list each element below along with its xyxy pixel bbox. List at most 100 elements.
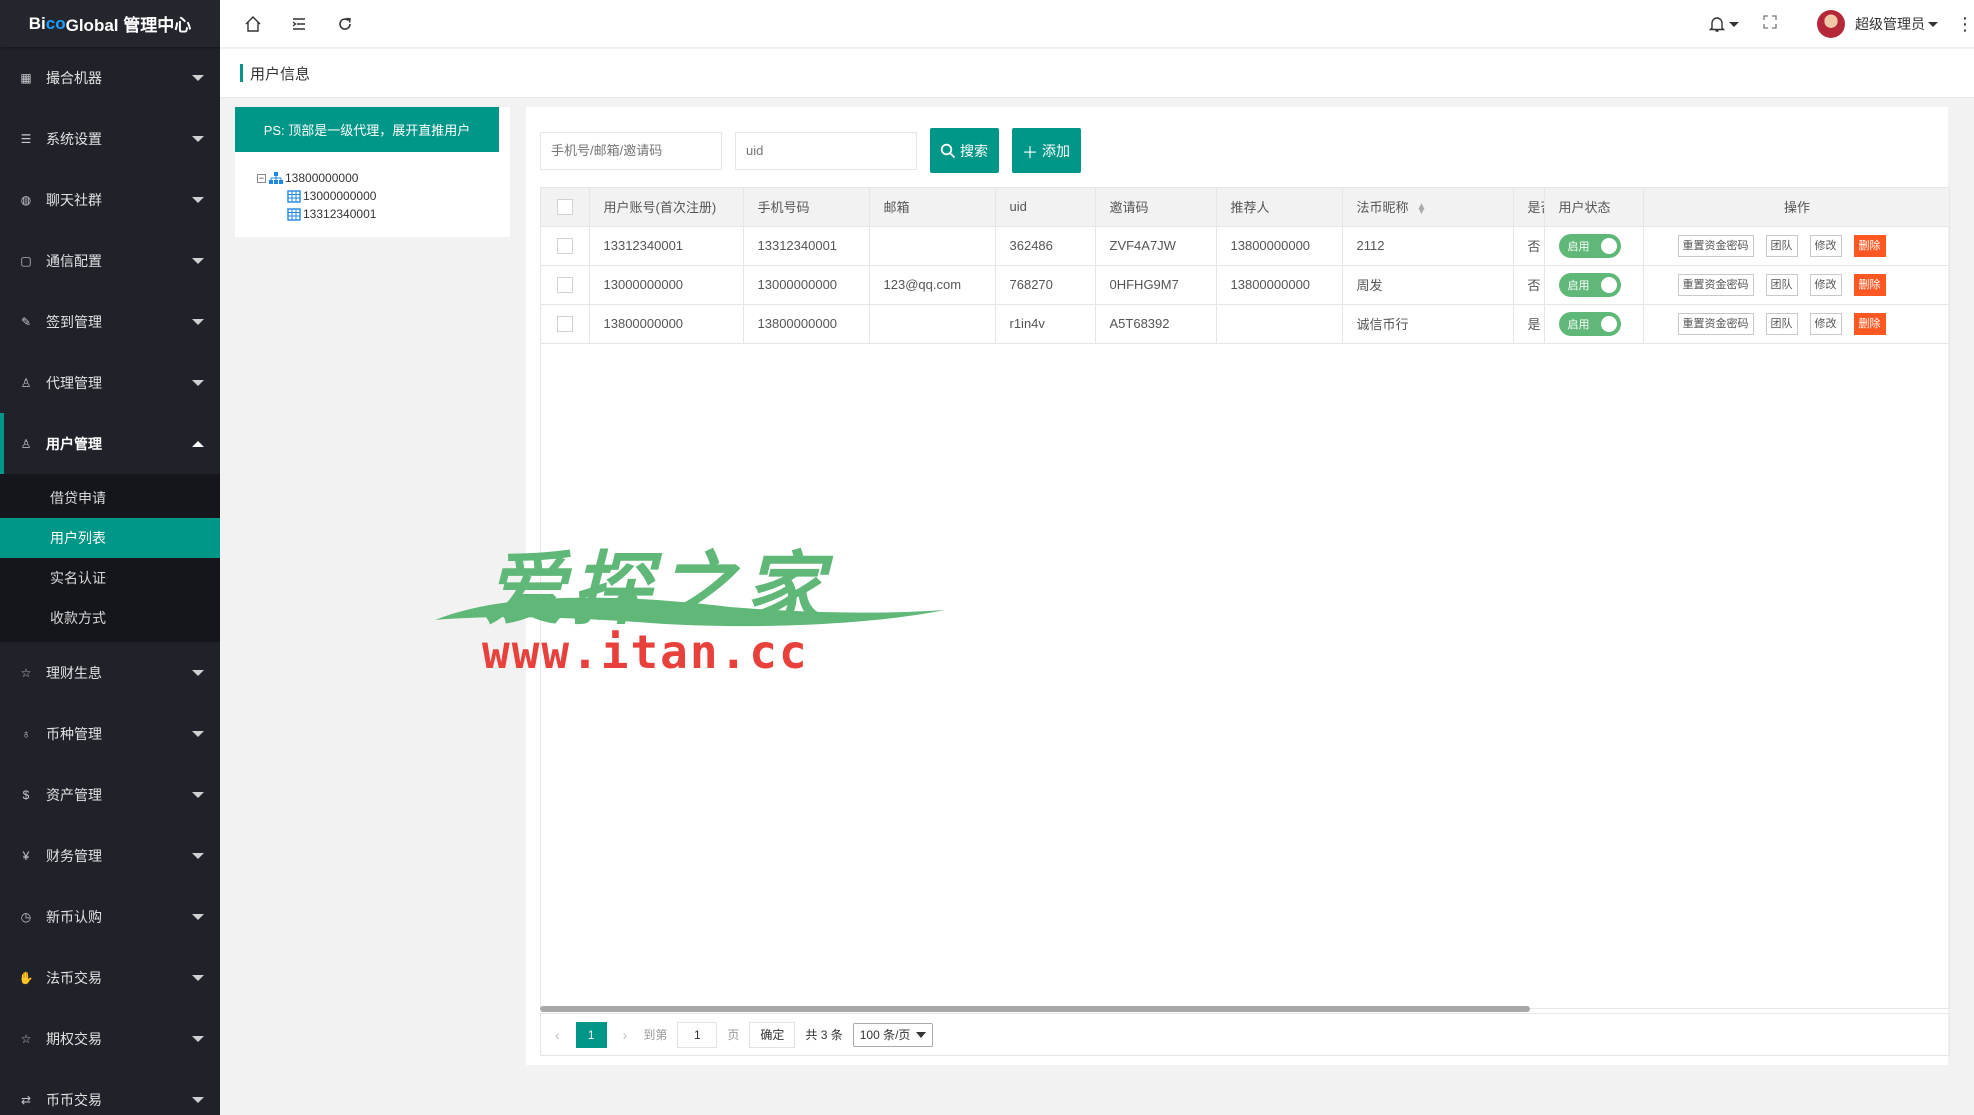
sidebar-item-new-coin[interactable]: ◷ 新币认购 — [0, 886, 220, 947]
col-phone: 手机号码 — [743, 188, 870, 227]
avatar[interactable] — [1817, 10, 1845, 38]
sidebar-item-fiat-trade[interactable]: ✋ 法币交易 — [0, 947, 220, 1008]
uid-input[interactable] — [735, 131, 917, 170]
select-all-checkbox[interactable] — [541, 188, 590, 227]
search-icon — [940, 143, 956, 158]
edit-button[interactable]: 修改 — [1809, 234, 1842, 257]
sidebar-item-comm-config[interactable]: ▢ 通信配置 — [0, 230, 220, 291]
caret-down-icon — [192, 135, 204, 142]
sidebar-item-match-robot[interactable]: ▦ 撮合机器 — [0, 47, 220, 108]
status-toggle-label: 启用 — [1567, 318, 1590, 331]
tree-node-child[interactable]: 13312340001 — [257, 205, 376, 223]
row-checkbox-cell[interactable] — [541, 226, 590, 266]
cell-nickname: 诚信币行 — [1342, 304, 1514, 344]
user-menu[interactable]: 超级管理员 — [1855, 14, 1938, 34]
reset-fund-password-button[interactable]: 重置资金密码 — [1677, 273, 1754, 296]
logo-text-b: co — [45, 13, 66, 33]
status-toggle[interactable]: 启用 — [1558, 272, 1621, 297]
exchange-icon: ⇄ — [20, 1092, 32, 1107]
notification-button[interactable] — [1708, 15, 1739, 33]
toggle-knob — [1600, 237, 1617, 254]
search-button[interactable]: 搜索 — [930, 128, 999, 173]
sidebar-item-chat-group[interactable]: ◍ 聊天社群 — [0, 169, 220, 230]
col-actions: 操作 — [1643, 188, 1949, 227]
app-logo[interactable]: Bi co Global 管理中心 — [0, 0, 220, 47]
grid-icon: ▦ — [20, 70, 32, 85]
add-user-button[interactable]: ＋ 添加 — [1012, 128, 1081, 173]
caret-down-icon — [192, 913, 204, 920]
checkbox[interactable] — [556, 315, 573, 332]
sidebar-item-users[interactable]: ♙ 用户管理 — [0, 413, 220, 474]
sidebar-item-spot[interactable]: ⇄ 币币交易 — [0, 1069, 220, 1115]
sidebar-item-checkin[interactable]: ✎ 签到管理 — [0, 291, 220, 352]
checkbox[interactable] — [556, 276, 573, 293]
goto-page-input[interactable]: 1 — [677, 1021, 718, 1048]
sidebar-item-label: 法币交易 — [46, 969, 102, 986]
edit-button[interactable]: 修改 — [1809, 273, 1842, 296]
team-button[interactable]: 团队 — [1765, 273, 1798, 296]
more-icon[interactable]: ⋮ — [1956, 14, 1974, 35]
prev-page-icon[interactable]: ‹ — [555, 1027, 560, 1043]
tree-node-root[interactable]: − 13800000000 — [257, 169, 376, 187]
status-toggle-label: 启用 — [1567, 240, 1590, 253]
sidebar-item-agent[interactable]: ♙ 代理管理 — [0, 352, 220, 413]
sidebar-item-finance-interest[interactable]: ☆ 理财生息 — [0, 642, 220, 703]
cell-actions: 重置资金密码 团队 修改 删除 — [1643, 304, 1949, 344]
table-row: 13800000000 13800000000 r1in4v A5T68392 … — [541, 304, 1949, 344]
header-right: 超级管理员 ⋮ — [1708, 0, 1974, 48]
row-checkbox-cell[interactable] — [541, 265, 590, 305]
horizontal-scrollbar[interactable] — [540, 1006, 1530, 1012]
sort-icon[interactable]: ▲ ▼ — [1417, 201, 1427, 216]
home-icon — [245, 15, 261, 32]
next-page-icon[interactable]: › — [623, 1027, 628, 1043]
checkbox[interactable] — [556, 237, 573, 254]
search-input[interactable] — [540, 131, 722, 170]
sidebar-item-label: 代理管理 — [46, 374, 102, 391]
sidebar-item-label: 签到管理 — [46, 313, 102, 330]
cell-flag: 是 — [1513, 304, 1545, 344]
sidebar-item-finance[interactable]: ¥ 财务管理 — [0, 825, 220, 886]
sidebar-item-label: 财务管理 — [46, 847, 102, 864]
sidebar-menu: ▦ 撮合机器 ☰ 系统设置 ◍ 聊天社群 ▢ 通信配置 ✎ 签到管理 ♙ 代理管理 ♙ 用户管… — [0, 47, 220, 1115]
collapse-icon[interactable]: − — [257, 173, 266, 183]
sidebar-item-assets[interactable]: $ 资产管理 — [0, 764, 220, 825]
tree-node-child[interactable]: 13000000000 — [257, 187, 376, 205]
page-current[interactable]: 1 — [575, 1021, 607, 1048]
sidebar-item-currency[interactable]: ♁ 币种管理 — [0, 703, 220, 764]
sidebar-item-system-settings[interactable]: ☰ 系统设置 — [0, 108, 220, 169]
submenu-item-payment[interactable]: 收款方式 — [0, 598, 220, 638]
col-nickname[interactable]: 法币昵称 ▲ ▼ — [1342, 188, 1514, 227]
agent-tree-panel: PS: 顶部是一级代理，展开直推用户 − 13800000000 1300000… — [235, 107, 510, 237]
home-button[interactable] — [230, 0, 276, 48]
reset-fund-password-button[interactable]: 重置资金密码 — [1677, 312, 1754, 335]
refresh-button[interactable] — [322, 0, 368, 48]
delete-button[interactable]: 删除 — [1853, 273, 1886, 296]
sidebar-item-label: 期权交易 — [46, 1030, 102, 1047]
submenu-item-loan[interactable]: 借贷申请 — [0, 478, 220, 518]
checkbox[interactable] — [556, 199, 573, 216]
cell-phone: 13000000000 — [743, 265, 870, 305]
collapse-menu-button[interactable] — [276, 0, 322, 48]
logo-text-c: Global 管理中心 — [65, 16, 192, 35]
submenu-item-user-list[interactable]: 用户列表 — [0, 518, 220, 558]
edit-button[interactable]: 修改 — [1809, 312, 1842, 335]
per-page-select[interactable]: 100 条/页 — [852, 1022, 934, 1047]
status-toggle[interactable]: 启用 — [1558, 233, 1621, 258]
clock-icon: ◷ — [20, 909, 32, 924]
team-button[interactable]: 团队 — [1765, 312, 1798, 335]
goto-confirm-button[interactable]: 确定 — [749, 1021, 796, 1048]
page-title: 用户信息 — [250, 65, 311, 83]
delete-button[interactable]: 删除 — [1853, 234, 1886, 257]
building-icon — [287, 207, 301, 221]
ps-hint-button[interactable]: PS: 顶部是一级代理，展开直推用户 — [235, 107, 499, 152]
delete-button[interactable]: 删除 — [1853, 312, 1886, 335]
sidebar-item-label: 币种管理 — [46, 725, 102, 742]
star-icon: ☆ — [20, 665, 32, 680]
reset-fund-password-button[interactable]: 重置资金密码 — [1677, 234, 1754, 257]
status-toggle[interactable]: 启用 — [1558, 311, 1621, 336]
sidebar-item-options[interactable]: ☆ 期权交易 — [0, 1008, 220, 1069]
team-button[interactable]: 团队 — [1765, 234, 1798, 257]
submenu-item-kyc[interactable]: 实名认证 — [0, 558, 220, 598]
row-checkbox-cell[interactable] — [541, 304, 590, 344]
fullscreen-button[interactable] — [1763, 15, 1777, 33]
